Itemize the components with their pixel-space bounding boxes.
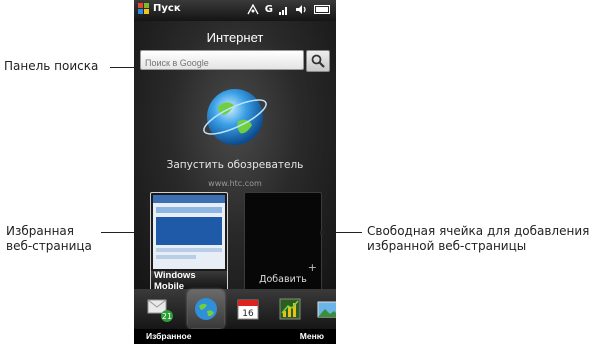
internet-globe-icon bbox=[203, 89, 267, 145]
search-bar[interactable] bbox=[140, 50, 304, 71]
messaging-badge: 21 bbox=[162, 312, 172, 321]
internet-panel: Интернет Запустить обо bbox=[134, 21, 336, 292]
network-type-label: G bbox=[264, 4, 273, 15]
speaker-icon[interactable] bbox=[295, 4, 308, 15]
launch-browser-button[interactable] bbox=[200, 81, 270, 151]
calendar-day: 16 bbox=[242, 309, 254, 319]
callout-favorite-page: Избранная веб-страница bbox=[6, 224, 92, 254]
callout-search-panel: Панель поиска bbox=[4, 59, 99, 73]
launch-browser-label[interactable]: Запустить обозреватель bbox=[134, 159, 336, 171]
search-button[interactable] bbox=[306, 50, 330, 72]
empty-favorite-slot[interactable]: + Добавить bbox=[244, 192, 322, 292]
status-bar: Пуск G bbox=[134, 0, 336, 21]
search-input[interactable] bbox=[141, 55, 299, 71]
stocks-icon bbox=[279, 298, 301, 320]
tab-messaging[interactable]: 21 bbox=[144, 293, 176, 325]
home-url: www.htc.com bbox=[208, 179, 262, 188]
add-plus-icon: + bbox=[307, 261, 317, 274]
tab-stocks[interactable] bbox=[274, 293, 306, 325]
battery-icon[interactable] bbox=[314, 5, 330, 14]
tab-dock: 21 16 bbox=[134, 289, 336, 329]
menu-softkey[interactable]: Меню bbox=[300, 331, 324, 341]
start-label: Пуск bbox=[153, 3, 181, 14]
messaging-icon: 21 bbox=[147, 299, 173, 322]
callout-free-cell-line1: Свободная ячейка для добавления bbox=[367, 224, 590, 238]
tab-calendar[interactable]: 16 bbox=[232, 293, 264, 325]
photos-icon bbox=[317, 301, 336, 318]
callout-free-cell-line2: избранной веб-страницы bbox=[367, 239, 527, 253]
windows-flag-icon bbox=[138, 3, 149, 14]
tab-internet[interactable] bbox=[188, 290, 224, 328]
favorites-softkey[interactable]: Избранное bbox=[146, 331, 191, 341]
signal-icon[interactable] bbox=[279, 5, 289, 15]
add-favorite-label: Добавить bbox=[259, 274, 307, 285]
callout-favorite-page-line2: веб-страница bbox=[6, 239, 92, 253]
favorite-page-thumbnail bbox=[153, 195, 225, 269]
softkey-bar: Избранное Меню bbox=[134, 329, 336, 344]
callout-dot-free-cell bbox=[320, 231, 324, 235]
internet-tab-icon bbox=[195, 298, 217, 320]
start-button[interactable]: Пуск bbox=[138, 3, 181, 14]
calendar-icon: 16 bbox=[237, 299, 259, 320]
section-title: Интернет bbox=[206, 30, 264, 45]
phone-screen: Пуск G Интернет Поиск в Google Запустить… bbox=[134, 0, 336, 344]
connection-icon[interactable] bbox=[247, 4, 259, 15]
tab-photos[interactable] bbox=[312, 293, 336, 325]
callout-free-cell: Свободная ячейка для добавления избранно… bbox=[367, 224, 589, 254]
callout-favorite-page-line1: Избранная bbox=[6, 224, 74, 238]
favorite-tile-label: Windows Mobile bbox=[151, 270, 227, 292]
favorite-tile[interactable]: Windows Mobile bbox=[150, 192, 228, 292]
search-icon bbox=[311, 54, 325, 68]
